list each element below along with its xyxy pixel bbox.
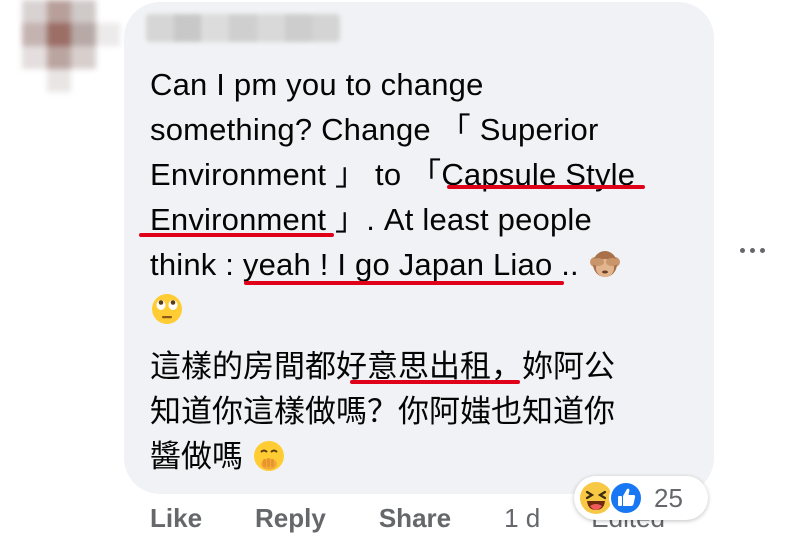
like-button[interactable]: Like: [150, 503, 202, 534]
comment-line-text: think : yeah ! I go Japan Liao ..: [150, 247, 579, 282]
comment-line-text: 醬做嗎: [150, 439, 243, 474]
comment-text-chinese: 這樣的房間都好意思出租，妳阿公 知道你這樣做嗎？你阿媸也知道你 醬做嗎: [150, 344, 690, 479]
comment-line-emoji: [150, 287, 690, 332]
like-reaction-icon: [608, 480, 644, 516]
reactions-summary[interactable]: 25: [574, 476, 708, 520]
annotation-underline: [139, 233, 334, 237]
author-name-redacted[interactable]: [146, 14, 340, 42]
timestamp-link[interactable]: 1 d: [504, 503, 540, 534]
more-options-icon[interactable]: [735, 240, 769, 260]
comment-line: something? Change 「 Superior: [150, 112, 599, 147]
reply-button[interactable]: Reply: [255, 503, 326, 534]
comment-line-with-emoji: 醬做嗎: [150, 434, 690, 479]
annotation-underline: [447, 185, 645, 189]
rolling-eyes-face-icon: [150, 292, 184, 326]
avatar[interactable]: [22, 0, 120, 92]
hand-over-mouth-face-icon: [252, 439, 286, 473]
comment-text: Can I pm you to change something? Change…: [150, 62, 690, 332]
see-no-evil-monkey-icon: [588, 247, 622, 281]
share-button[interactable]: Share: [379, 503, 451, 534]
comment-line: Environment 」 to 「Capsule Style: [150, 157, 636, 192]
comment-line: Can I pm you to change: [150, 67, 484, 102]
annotation-underline: [350, 380, 520, 384]
reaction-count: 25: [654, 482, 683, 513]
annotation-underline: [244, 281, 564, 285]
comment-line: 知道你這樣做嗎？你阿媸也知道你: [150, 394, 615, 429]
